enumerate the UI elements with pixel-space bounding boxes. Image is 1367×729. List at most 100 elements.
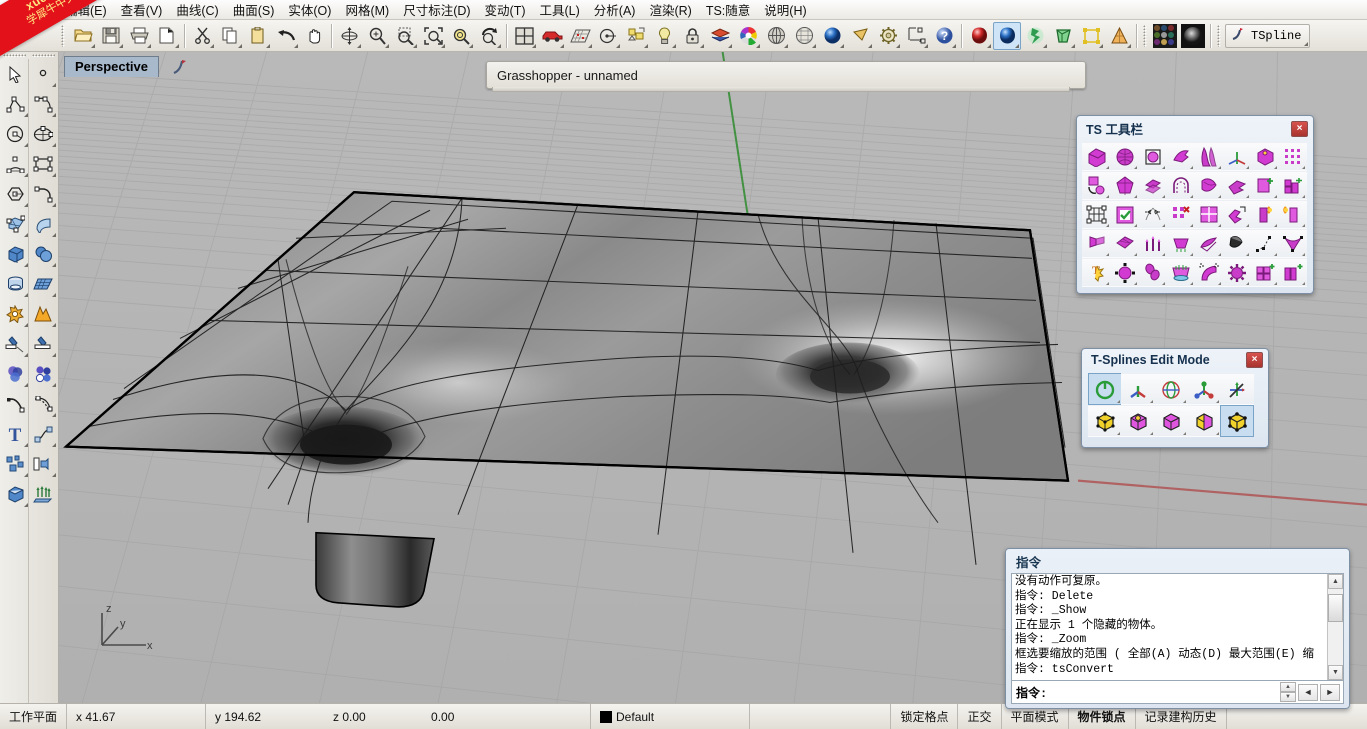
ts-weld-icon[interactable]	[1250, 200, 1279, 229]
array-icon[interactable]	[0, 449, 30, 479]
command-history[interactable]: 没有动作可复原。 指令: Delete 指令: _Show 正在显示 1 个隐藏的物体…	[1011, 573, 1344, 681]
ts-curve-surface-icon[interactable]	[1194, 171, 1223, 200]
ts-pillar-icon[interactable]	[1138, 229, 1167, 258]
ts-grid-dots-icon[interactable]	[1278, 142, 1307, 171]
close-icon[interactable]: ×	[1291, 120, 1308, 137]
blue-sphere-sel-icon[interactable]	[993, 21, 1021, 50]
spin-up-icon[interactable]: ▲	[1280, 682, 1296, 692]
cone-icon[interactable]	[1105, 22, 1133, 50]
cut-icon[interactable]	[188, 22, 216, 50]
power-toggle-icon[interactable]	[1088, 373, 1122, 405]
ball-joint-icon[interactable]	[1187, 373, 1221, 405]
surface-patch-icon[interactable]	[0, 209, 30, 239]
zoom-window-icon[interactable]	[391, 22, 419, 50]
ts-toolbar-titlebar[interactable]: TS 工具栏 ×	[1077, 116, 1313, 140]
yellow-box-sel-icon[interactable]	[1220, 405, 1254, 437]
ts-plane-flag-icon[interactable]	[1166, 142, 1195, 171]
zoom-extents-icon[interactable]	[419, 22, 447, 50]
ts-polygon-icon[interactable]	[1110, 171, 1139, 200]
command-input[interactable]	[1047, 684, 1280, 700]
trim-icon[interactable]	[0, 329, 30, 359]
command-input-row[interactable]: 指令: ▲ ▼ ◄ ►	[1011, 681, 1344, 704]
open-folder-icon[interactable]	[69, 22, 97, 50]
flat-shade-icon[interactable]	[846, 22, 874, 50]
axis-gizmo-icon[interactable]	[1121, 373, 1155, 405]
gear-icon[interactable]	[874, 22, 902, 50]
split-icon[interactable]	[28, 329, 58, 359]
ts-add-quad-icon[interactable]	[1250, 258, 1279, 287]
ts-add-surface-icon[interactable]	[1250, 171, 1279, 200]
menu-item-2[interactable]: 曲线(C)	[169, 0, 225, 20]
ts-rotate-icon[interactable]	[1082, 171, 1111, 200]
ts-cube-point-icon[interactable]	[1250, 142, 1279, 171]
ghosted-icon[interactable]	[1021, 22, 1049, 50]
circle-icon[interactable]	[0, 119, 30, 149]
ts-blob-icon[interactable]	[1138, 258, 1167, 287]
extrude-surface-icon[interactable]	[28, 209, 58, 239]
zoom-in-out-icon[interactable]	[363, 22, 391, 50]
curve-icon[interactable]	[28, 89, 58, 119]
paste-icon[interactable]	[244, 22, 272, 50]
scroll-up-icon[interactable]: ▲	[1328, 574, 1343, 589]
grasshopper-window-bar[interactable]: Grasshopper - unnamed	[486, 61, 1086, 89]
control-points-icon[interactable]	[1077, 22, 1105, 50]
dimension-icon[interactable]	[902, 22, 930, 50]
ts-box-icon[interactable]	[1082, 142, 1111, 171]
magenta-box2-icon[interactable]	[1154, 405, 1188, 437]
material-swatches-icon[interactable]	[1151, 22, 1179, 50]
scrollbar-thumb[interactable]	[1328, 594, 1343, 622]
toolbar-grip[interactable]	[61, 24, 66, 47]
extrude-along-icon[interactable]	[28, 479, 58, 509]
blue-sphere-icon[interactable]	[818, 22, 846, 50]
ts-add-grid-icon[interactable]	[1278, 171, 1307, 200]
status-current-layer[interactable]: Default	[591, 704, 751, 729]
ts-arch-icon[interactable]	[1166, 171, 1195, 200]
sphere-solid-icon[interactable]	[28, 239, 58, 269]
boolean-union-icon[interactable]	[0, 359, 30, 389]
zoom-selected-icon[interactable]	[447, 22, 475, 50]
ts-cube-wire-icon[interactable]	[1138, 142, 1167, 171]
ts-add-stripe-icon[interactable]	[1278, 258, 1307, 287]
ts-control-points-icon[interactable]	[1082, 200, 1111, 229]
toolbar-grip[interactable]	[1217, 24, 1222, 47]
menu-item-4[interactable]: 实体(O)	[281, 0, 338, 20]
tsplines-edit-titlebar[interactable]: T-Splines Edit Mode ×	[1082, 349, 1268, 370]
layers-icon[interactable]	[706, 22, 734, 50]
menu-item-5[interactable]: 网格(M)	[338, 0, 396, 20]
polyline-icon[interactable]	[0, 89, 30, 119]
ts-symmetry-icon[interactable]	[1138, 200, 1167, 229]
mesh-plane-icon[interactable]	[28, 269, 58, 299]
box-edit-icon[interactable]	[1049, 22, 1077, 50]
fillet-curve-icon[interactable]	[28, 179, 58, 209]
status-toggle-grid-snap[interactable]: 锁定格点	[891, 704, 959, 729]
status-construction-plane[interactable]: 工作平面	[0, 704, 68, 729]
help-icon[interactable]: ?	[930, 22, 958, 50]
nav-next-icon[interactable]: ►	[1320, 683, 1340, 701]
car-icon[interactable]	[538, 22, 566, 50]
ts-check-grid-icon[interactable]	[1110, 200, 1139, 229]
ellipse-icon[interactable]	[28, 119, 58, 149]
menu-item-10[interactable]: 渲染(R)	[642, 0, 698, 20]
ts-extrude-icon[interactable]	[1222, 200, 1251, 229]
lock-object-icon[interactable]	[678, 22, 706, 50]
spin-down-icon[interactable]: ▼	[1280, 692, 1296, 702]
boolean-parts-icon[interactable]	[28, 359, 58, 389]
point-object-icon[interactable]	[594, 22, 622, 50]
ts-sphere-icon[interactable]	[1110, 142, 1139, 171]
blend-curve-icon[interactable]	[0, 389, 30, 419]
sidebar-grip[interactable]	[0, 52, 58, 59]
ts-sphere-black-icon[interactable]	[1222, 229, 1251, 258]
menu-item-6[interactable]: 尺寸标注(D)	[396, 0, 477, 20]
shade-icon[interactable]	[762, 22, 790, 50]
ts-quad-mesh-icon[interactable]	[1110, 229, 1139, 258]
box-solid-icon[interactable]	[0, 239, 30, 269]
copy-icon[interactable]	[216, 22, 244, 50]
ts-text-star-icon[interactable]: T	[1082, 258, 1111, 287]
ts-axis-icon[interactable]	[1222, 142, 1251, 171]
ts-crease-icon[interactable]	[1082, 229, 1111, 258]
environment-icon[interactable]	[1179, 22, 1207, 50]
point-icon[interactable]	[28, 59, 58, 89]
ts-target-icon[interactable]	[1110, 258, 1139, 287]
undo-view-icon[interactable]	[475, 22, 503, 50]
close-icon[interactable]: ×	[1246, 352, 1263, 368]
